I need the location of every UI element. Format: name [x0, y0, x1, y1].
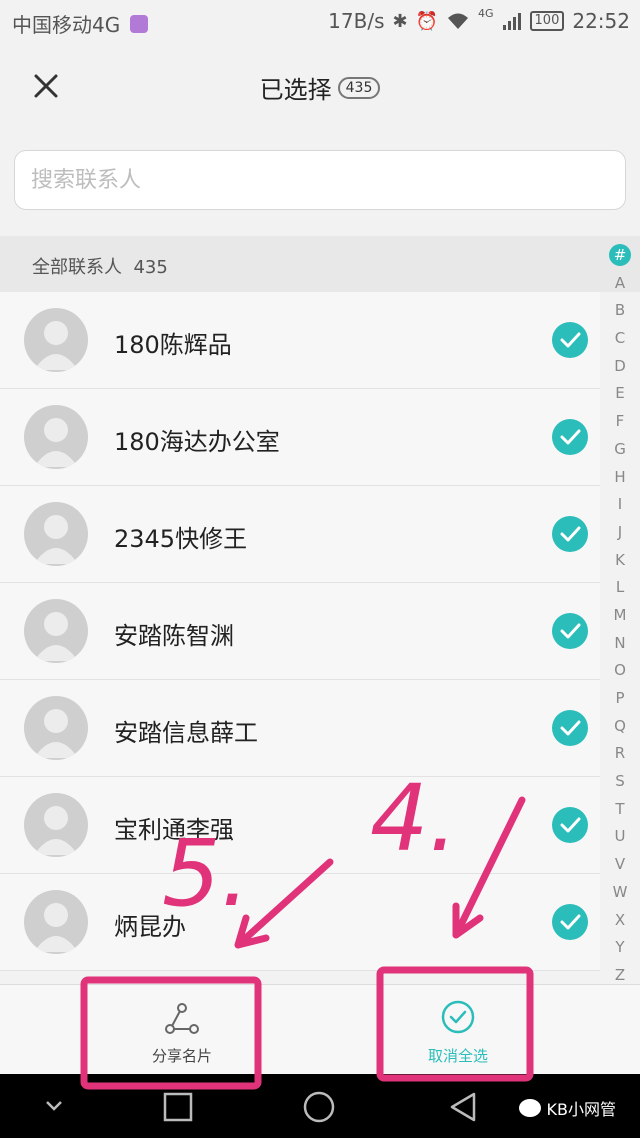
- page-title: 已选择: [259, 76, 332, 104]
- search-input[interactable]: [14, 150, 626, 210]
- bottom-action-bar: 分享名片 取消全选: [0, 984, 640, 1075]
- check-circle-icon[interactable]: [552, 807, 588, 843]
- index-letter-active: #: [609, 244, 631, 266]
- recent-nav-icon[interactable]: [162, 1091, 194, 1123]
- contact-name: 2345快修王: [114, 525, 248, 553]
- share-card-label: 分享名片: [151, 1047, 212, 1065]
- index-letter[interactable]: G: [604, 436, 636, 464]
- share-icon: [165, 1003, 199, 1034]
- index-letter[interactable]: M: [604, 602, 636, 630]
- check-circle-icon[interactable]: [552, 613, 588, 649]
- carrier-text: 中国移动4G: [12, 13, 121, 37]
- avatar-placeholder-icon: [24, 405, 88, 469]
- section-label: 全部联系人 435: [32, 253, 168, 279]
- list-item[interactable]: 180海达办公室: [0, 389, 600, 486]
- watermark-text: KB小网管: [546, 1100, 616, 1119]
- share-card-button[interactable]: 分享名片: [82, 985, 282, 1075]
- selected-count-badge: 435: [337, 76, 381, 99]
- check-circle-icon[interactable]: [552, 516, 588, 552]
- index-letter[interactable]: Y: [604, 934, 636, 962]
- status-bar-left: 中国移动4G: [12, 9, 149, 38]
- index-letter[interactable]: A: [604, 270, 636, 298]
- index-letter[interactable]: N: [604, 630, 636, 658]
- index-letter[interactable]: Q: [604, 713, 636, 741]
- wifi-icon: [448, 13, 468, 29]
- index-letter[interactable]: H: [604, 464, 636, 492]
- index-letter[interactable]: L: [604, 574, 636, 602]
- check-circle-icon[interactable]: [552, 710, 588, 746]
- contact-list: 180陈辉品 180海达办公室 2345快修王 安踏陈智渊 安踏信息薛工 宝利通…: [0, 292, 600, 971]
- list-item[interactable]: 安踏陈智渊: [0, 583, 600, 680]
- list-item[interactable]: 安踏信息薛工: [0, 680, 600, 777]
- alphabet-index-bar[interactable]: # A B C D E F G H I J K L M N O P Q R S …: [604, 242, 636, 990]
- index-letter[interactable]: X: [604, 907, 636, 935]
- chevron-down-icon[interactable]: [44, 1098, 64, 1114]
- title-wrap: 已选择 435: [0, 70, 640, 105]
- contact-name: 安踏陈智渊: [114, 622, 234, 650]
- index-letter[interactable]: V: [604, 851, 636, 879]
- section-count: 435: [133, 257, 168, 278]
- contact-name: 宝利通李强: [114, 816, 234, 844]
- avatar-placeholder-icon: [24, 599, 88, 663]
- index-letter[interactable]: #: [604, 242, 636, 270]
- list-item[interactable]: 炳昆办: [0, 874, 600, 971]
- alarm-icon: ⏰: [415, 10, 438, 32]
- back-nav-icon[interactable]: [446, 1090, 480, 1124]
- index-letter[interactable]: R: [604, 740, 636, 768]
- avatar-placeholder-icon: [24, 793, 88, 857]
- contact-name: 炳昆办: [114, 913, 186, 941]
- gallery-notification-icon: [130, 14, 149, 33]
- section-title: 全部联系人: [32, 257, 122, 278]
- index-letter[interactable]: E: [604, 380, 636, 408]
- index-letter[interactable]: B: [604, 297, 636, 325]
- avatar-placeholder-icon: [24, 890, 88, 954]
- check-circle-icon[interactable]: [552, 904, 588, 940]
- home-nav-icon[interactable]: [302, 1090, 336, 1124]
- contact-name: 180陈辉品: [114, 331, 232, 359]
- network-type: 4G: [478, 6, 494, 20]
- index-letter[interactable]: P: [604, 685, 636, 713]
- list-item[interactable]: 宝利通李强: [0, 777, 600, 874]
- index-letter[interactable]: U: [604, 823, 636, 851]
- contact-name: 180海达办公室: [114, 428, 280, 456]
- index-letter[interactable]: I: [604, 491, 636, 519]
- check-circle-icon[interactable]: [552, 419, 588, 455]
- status-bar: 中国移动4G 17B/s ✱ ⏰ 4G 100 22:52: [0, 0, 640, 44]
- status-bar-right: 17B/s ✱ ⏰ 4G 100 22:52: [328, 6, 630, 34]
- list-item[interactable]: 2345快修王: [0, 486, 600, 583]
- index-letter[interactable]: T: [604, 796, 636, 824]
- contact-name: 安踏信息薛工: [114, 719, 258, 747]
- section-header: 全部联系人 435: [0, 236, 640, 292]
- signal-icon: [502, 13, 521, 30]
- clock: 22:52: [572, 9, 630, 33]
- deselect-all-button[interactable]: 取消全选: [358, 985, 558, 1075]
- check-circle-icon: [441, 1000, 475, 1034]
- system-navigation-bar: KB小网管: [0, 1074, 640, 1138]
- deselect-all-label: 取消全选: [427, 1047, 488, 1065]
- watermark: KB小网管: [518, 1096, 616, 1120]
- search-area: [0, 128, 640, 234]
- selection-header: 已选择 435: [0, 44, 640, 129]
- wechat-icon: [518, 1099, 541, 1117]
- index-letter[interactable]: O: [604, 657, 636, 685]
- index-letter[interactable]: K: [604, 547, 636, 575]
- battery-indicator: 100: [529, 11, 565, 31]
- index-letter[interactable]: F: [604, 408, 636, 436]
- avatar-placeholder-icon: [24, 696, 88, 760]
- list-item[interactable]: 180陈辉品: [0, 292, 600, 389]
- avatar-placeholder-icon: [24, 308, 88, 372]
- index-letter[interactable]: W: [604, 879, 636, 907]
- network-speed: 17B/s: [328, 9, 385, 33]
- avatar-placeholder-icon: [24, 502, 88, 566]
- index-letter[interactable]: J: [604, 519, 636, 547]
- index-letter[interactable]: S: [604, 768, 636, 796]
- index-letter[interactable]: C: [604, 325, 636, 353]
- check-circle-icon[interactable]: [552, 322, 588, 358]
- bluetooth-icon: ✱: [392, 10, 408, 32]
- index-letter[interactable]: D: [604, 353, 636, 381]
